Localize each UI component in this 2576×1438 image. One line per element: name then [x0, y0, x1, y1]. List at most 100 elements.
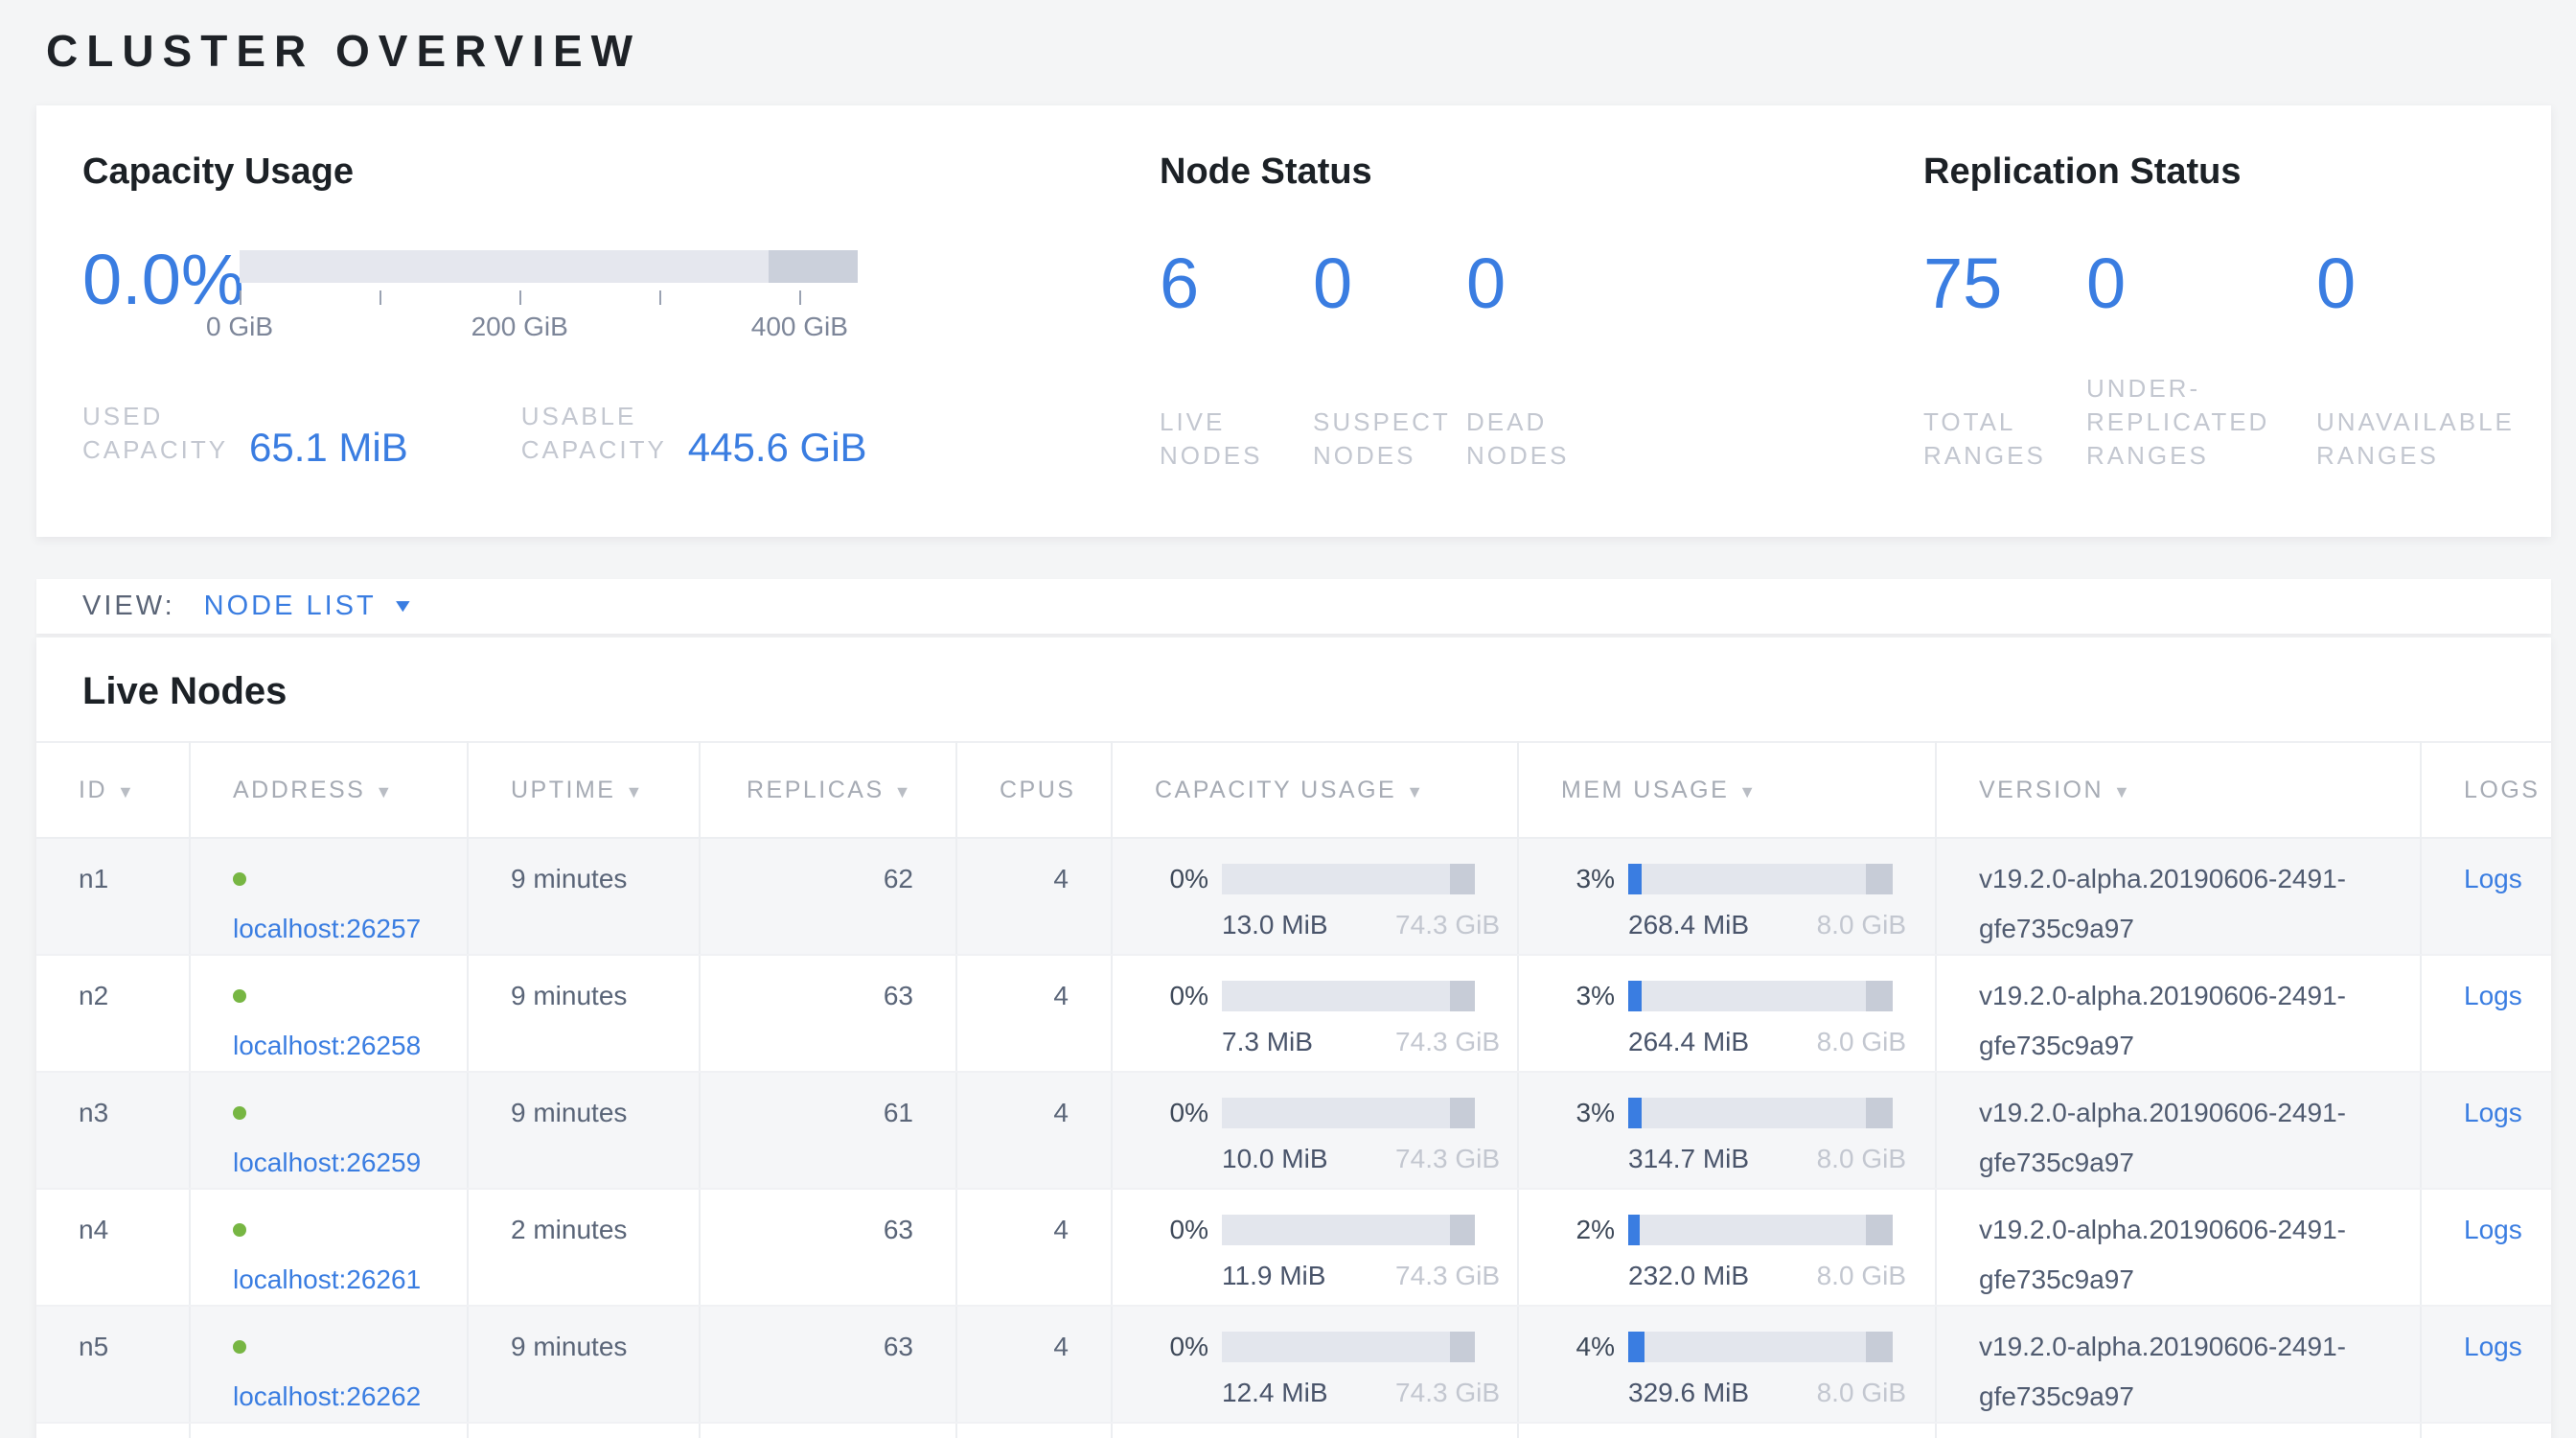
mem-usage-cell: 3% 264.4 MiB8.0 GiB [1518, 955, 1936, 1072]
capacity-meter [1222, 1098, 1475, 1128]
node-cpus: 4 [956, 955, 1112, 1072]
logs-link[interactable]: Logs [2464, 1098, 2522, 1127]
live-status-dot [233, 872, 246, 886]
capacity-usage-cell: 0% 13.0 MiB74.3 GiB [1112, 838, 1518, 955]
suspect-nodes-count: 0 [1313, 248, 1466, 319]
table-row-partial [36, 1423, 2551, 1438]
column-header-uptime[interactable]: UPTIME▼ [468, 742, 700, 838]
logs-link[interactable]: Logs [2464, 981, 2522, 1010]
node-id: n2 [36, 955, 190, 1072]
node-uptime: 2 minutes [468, 1189, 700, 1306]
unavailable-ranges-count: 0 [2316, 248, 2552, 319]
chevron-down-icon[interactable]: ▼ [391, 596, 414, 617]
capacity-usage-cell: 0% 7.3 MiB74.3 GiB [1112, 955, 1518, 1072]
logs-cell: Logs [2421, 1306, 2551, 1423]
capacity-meter [1222, 864, 1475, 894]
live-nodes-title: Live Nodes [36, 666, 2551, 716]
capacity-meter [1222, 981, 1475, 1011]
mem-usage-cell: 3% 268.4 MiB8.0 GiB [1518, 838, 1936, 955]
node-address-link[interactable]: localhost:26262 [233, 1381, 421, 1411]
live-status-dot [233, 1340, 246, 1354]
table-row: n2 localhost:26258 9 minutes 63 4 0% 7.3… [36, 955, 2551, 1072]
capacity-usage-cell: 0% 12.4 MiB74.3 GiB [1112, 1306, 1518, 1423]
live-status-dot [233, 1223, 246, 1237]
memory-meter [1628, 981, 1893, 1011]
replication-status-title: Replication Status [1923, 151, 2552, 193]
node-cpus: 4 [956, 838, 1112, 955]
logs-cell: Logs [2421, 1072, 2551, 1189]
logs-cell: Logs [2421, 955, 2551, 1072]
sort-desc-icon: ▼ [894, 782, 913, 801]
total-ranges-stat: 75 TOTAL RANGES [1923, 248, 2086, 473]
node-id: n4 [36, 1189, 190, 1306]
live-nodes-card: Live Nodes ID▼ ADDRESS▼ UPTIME▼ REPLICAS… [36, 638, 2551, 1438]
total-ranges-count: 75 [1923, 248, 2086, 319]
suspect-nodes-label: SUSPECT NODES [1313, 406, 1466, 473]
node-address-cell: localhost:26258 [190, 955, 468, 1072]
node-address-cell: localhost:26257 [190, 838, 468, 955]
logs-link[interactable]: Logs [2464, 1215, 2522, 1244]
node-status-section: Node Status 6 LIVE NODES 0 SUSPECT NODES… [1160, 151, 1923, 491]
logs-cell: Logs [2421, 1189, 2551, 1306]
used-capacity-value: 65.1 MiB [249, 429, 408, 467]
node-address-link[interactable]: localhost:26258 [233, 1031, 421, 1060]
node-address-link[interactable]: localhost:26257 [233, 914, 421, 943]
node-address-cell: localhost:26259 [190, 1072, 468, 1189]
replication-status-section: Replication Status 75 TOTAL RANGES 0 UND… [1923, 151, 2552, 491]
logs-link[interactable]: Logs [2464, 1332, 2522, 1361]
view-selected-value[interactable]: NODE LIST [204, 591, 377, 622]
capacity-percent-value: 0.0% [82, 244, 240, 315]
live-nodes-table: ID▼ ADDRESS▼ UPTIME▼ REPLICAS▼ CPUS CAPA… [36, 741, 2551, 1438]
table-row: n4 localhost:26261 2 minutes 63 4 0% 11.… [36, 1189, 2551, 1306]
page-title: CLUSTER OVERVIEW [0, 0, 2576, 77]
column-header-replicas[interactable]: REPLICAS▼ [700, 742, 956, 838]
column-header-version[interactable]: VERSION▼ [1936, 742, 2421, 838]
axis-label-0gib: 0 GiB [206, 312, 273, 342]
view-dropdown[interactable]: NODE LIST ▼ [204, 591, 412, 622]
column-header-mem-usage[interactable]: MEM USAGE▼ [1518, 742, 1936, 838]
node-replicas: 63 [700, 955, 956, 1072]
node-address-link[interactable]: localhost:26261 [233, 1264, 421, 1294]
view-label: VIEW: [82, 591, 175, 622]
live-status-dot [233, 989, 246, 1003]
cluster-summary-card: Capacity Usage 0.0% 0 GiB 200 GiB 400 Gi… [36, 105, 2551, 537]
live-nodes-count: 6 [1160, 248, 1313, 319]
node-replicas: 63 [700, 1306, 956, 1423]
column-header-logs: LOGS [2421, 742, 2551, 838]
node-id: n3 [36, 1072, 190, 1189]
node-replicas: 62 [700, 838, 956, 955]
node-replicas: 61 [700, 1072, 956, 1189]
dead-nodes-count: 0 [1466, 248, 1620, 319]
column-header-cpus[interactable]: CPUS [956, 742, 1112, 838]
node-address-link[interactable]: localhost:26259 [233, 1148, 421, 1177]
unavailable-ranges-label: UNAVAILABLE RANGES [2316, 406, 2552, 473]
column-header-capacity-usage[interactable]: CAPACITY USAGE▼ [1112, 742, 1518, 838]
column-header-id[interactable]: ID▼ [36, 742, 190, 838]
memory-meter [1628, 864, 1893, 894]
sort-desc-icon: ▼ [375, 782, 394, 801]
table-row: n5 localhost:26262 9 minutes 63 4 0% 12.… [36, 1306, 2551, 1423]
suspect-nodes-stat: 0 SUSPECT NODES [1313, 248, 1466, 473]
unavailable-ranges-stat: 0 UNAVAILABLE RANGES [2316, 248, 2552, 473]
capacity-usage-bar: 0 GiB 200 GiB 400 GiB [240, 250, 858, 344]
used-capacity-label: USED CAPACITY [82, 400, 228, 467]
used-capacity-stat: USED CAPACITY 65.1 MiB [82, 400, 408, 467]
node-version: v19.2.0-alpha.20190606-2491-gfe735c9a97 [1936, 1306, 2421, 1423]
memory-meter [1628, 1332, 1893, 1362]
usable-capacity-stat: USABLE CAPACITY 445.6 GiB [521, 400, 867, 467]
table-header-row: ID▼ ADDRESS▼ UPTIME▼ REPLICAS▼ CPUS CAPA… [36, 742, 2551, 838]
column-header-address[interactable]: ADDRESS▼ [190, 742, 468, 838]
node-replicas: 63 [700, 1189, 956, 1306]
sort-desc-icon: ▼ [1738, 782, 1758, 801]
view-bar: VIEW: NODE LIST ▼ [36, 579, 2551, 634]
under-replicated-ranges-stat: 0 UNDER-REPLICATED RANGES [2086, 248, 2316, 473]
node-uptime: 9 minutes [468, 1072, 700, 1189]
live-status-dot [233, 1106, 246, 1120]
node-version: v19.2.0-alpha.20190606-2491-gfe735c9a97 [1936, 838, 2421, 955]
sort-desc-icon: ▼ [625, 782, 644, 801]
logs-link[interactable]: Logs [2464, 864, 2522, 893]
node-status-title: Node Status [1160, 151, 1923, 193]
capacity-usage-section: Capacity Usage 0.0% 0 GiB 200 GiB 400 Gi… [82, 151, 1160, 491]
dead-nodes-label: DEAD NODES [1466, 406, 1620, 473]
capacity-usage-cell: 0% 10.0 MiB74.3 GiB [1112, 1072, 1518, 1189]
